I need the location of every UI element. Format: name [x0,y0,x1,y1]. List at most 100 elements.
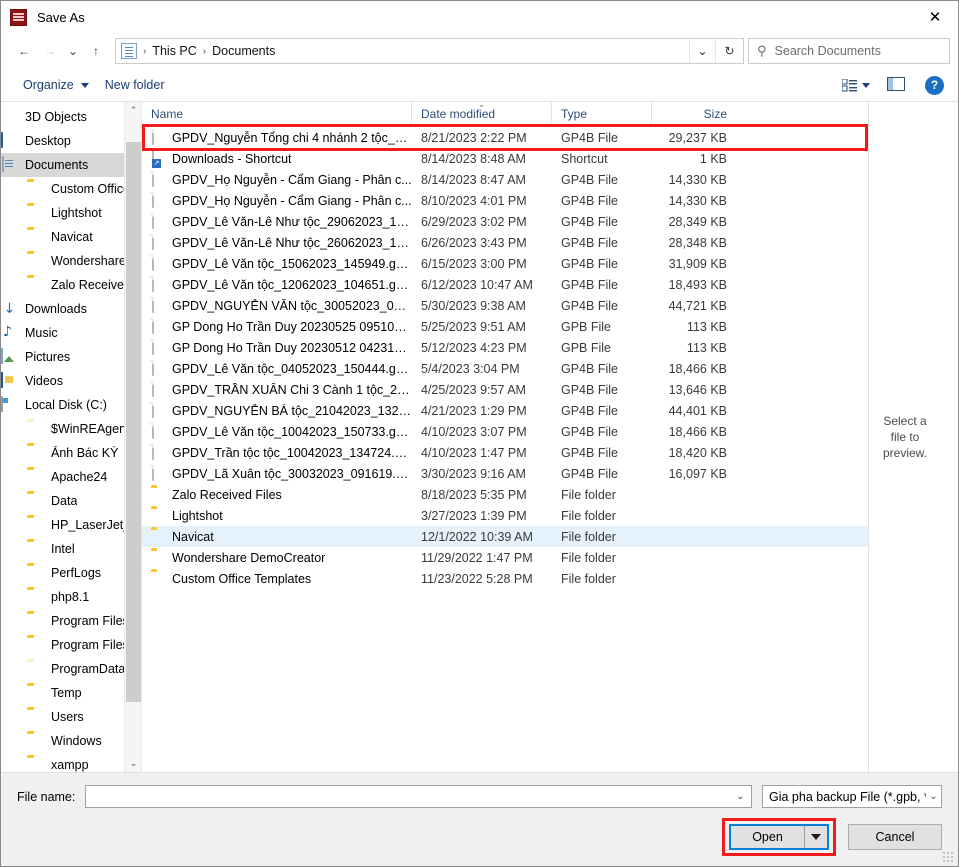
file-name-input[interactable] [92,787,732,806]
file-name-text: GPDV_Lê Văn tộc_15062023_145949.gp4b [172,256,412,271]
folder-icon [27,685,44,701]
help-button[interactable]: ? [925,75,944,95]
file-name-cell: GPDV_Lê Văn tộc_04052023_150444.gp4b [142,358,412,379]
close-icon[interactable]: ✕ [912,1,958,33]
table-row[interactable]: GPDV_Lê Văn tộc_10042023_150733.gp4b 4/10… [142,421,868,442]
table-row[interactable]: GP Dong Ho Trần Duy 20230525 095108.g...… [142,316,868,337]
table-row[interactable]: Zalo Received Files 8/18/2023 5:35 PM File… [142,484,868,505]
file-type-filter-dropdown[interactable]: Gia pha backup File (*.gpb, *.gp ⌄ [762,785,942,808]
chevron-down-icon[interactable]: ⌄ [732,786,749,807]
sidebar-item-winreagent[interactable]: $WinREAgent [1,417,141,441]
table-row[interactable]: GPDV_Lê Văn-Lê Như tộc_26062023_1542... 6… [142,232,868,253]
sidebar-item-program-files[interactable]: Program Files ( [1,633,141,657]
sidebar-item-pictures[interactable]: Pictures [1,345,141,369]
table-row[interactable]: Custom Office Templates 11/23/2022 5:28 P… [142,568,868,589]
file-name-field[interactable]: ⌄ [85,785,752,808]
table-row[interactable]: GPDV_Lê Văn tộc_12062023_104651.gp4b 6/12… [142,274,868,295]
address-bar[interactable]: › This PC › Documents ⌄ ↻ [115,38,744,64]
sidebar-item-temp[interactable]: Temp [1,681,141,705]
sidebar-item-program-files[interactable]: Program Files [1,609,141,633]
back-button[interactable]: ← [11,38,37,64]
table-row[interactable]: GPDV_Lê Văn tộc_04052023_150444.gp4b 5/4/… [142,358,868,379]
sidebar-item-music[interactable]: ♪ Music [1,321,141,345]
sidebar-scrollbar[interactable]: ⌃ ⌄ [124,102,141,772]
sidebar-item-xampp[interactable]: xampp [1,753,141,772]
table-row[interactable]: Lightshot 3/27/2023 1:39 PM File folder [142,505,868,526]
file-name-cell: GPDV_Lã Xuân tộc_30032023_091619.gp4b [142,463,412,484]
open-dropdown-button[interactable] [805,826,827,848]
forward-button[interactable]: → [37,38,63,64]
file-name-text: GPDV_Lê Văn tộc_12062023_104651.gp4b [172,277,412,292]
refresh-icon[interactable]: ↻ [715,39,743,63]
recent-locations-button[interactable]: ⌄ [63,38,83,64]
sidebar-item-local-disk-c[interactable]: Local Disk (C:) [1,393,141,417]
column-header-date-modified[interactable]: ⌄ Date modified [412,100,552,127]
file-icon [151,275,165,293]
table-row[interactable]: GPDV_Nguyễn Tổng chi 4 nhánh 2 tộc_21...… [142,127,868,148]
sidebar-item-intel[interactable]: Intel [1,537,141,561]
table-row[interactable]: GPDV_TRẦN XUÂN Chi 3 Cành 1 tộc_250... 4/… [142,379,868,400]
table-row[interactable]: GPDV_Họ Nguyễn - Cẩm Giang - Phân c... 8/… [142,169,868,190]
file-name-cell: GPDV_Họ Nguyễn - Cẩm Giang - Phân c... [142,169,412,190]
table-row[interactable]: GPDV_Họ Nguyễn - Cẩm Giang - Phân c... 8/… [142,190,868,211]
table-row[interactable]: Navicat 12/1/2022 10:39 AM File folder [142,526,868,547]
view-options-button[interactable] [837,75,875,96]
sidebar-item-custom-office[interactable]: Custom Office [1,177,141,201]
table-row[interactable]: Downloads - Shortcut 8/14/2023 8:48 AM Sho… [142,148,868,169]
file-name-text: GPDV_Nguyễn Tổng chi 4 nhánh 2 tộc_21... [172,130,412,145]
column-header-name[interactable]: Name [142,101,412,127]
open-button[interactable]: Open [731,826,805,848]
sidebar-item-label: Desktop [25,134,71,148]
sidebar-item-apache24[interactable]: Apache24 [1,465,141,489]
sidebar-item-data[interactable]: Data [1,489,141,513]
sidebar-item-zalo-received-f[interactable]: Zalo Received F [1,273,141,297]
breadcrumb-item-documents[interactable]: Documents [212,44,275,58]
up-button[interactable]: ↑ [83,38,109,64]
sidebar-item-3d-objects[interactable]: 3D Objects [1,105,141,129]
chevron-down-icon [80,82,89,88]
chevron-down-icon[interactable]: ⌄ [926,786,941,807]
sidebar-item-programdata[interactable]: ProgramData [1,657,141,681]
cancel-button[interactable]: Cancel [848,824,942,850]
scrollbar-thumb[interactable] [126,142,141,702]
sidebar-item-perflogs[interactable]: PerfLogs [1,561,141,585]
resize-grip[interactable] [942,851,954,863]
sidebar-item-navicat[interactable]: Navicat [1,225,141,249]
table-row[interactable]: Wondershare DemoCreator 11/29/2022 1:47 P… [142,547,868,568]
table-row[interactable]: GPDV_NGUYỄN BÁ tộc_21042023_132835.... 4/… [142,400,868,421]
sidebar-item-videos[interactable]: Videos [1,369,141,393]
search-box[interactable]: ⚲ Search Documents [748,38,950,64]
sidebar-item-documents[interactable]: Documents [1,153,141,177]
scroll-up-icon[interactable]: ⌃ [125,102,141,119]
sidebar-item-windows[interactable]: Windows [1,729,141,753]
sidebar-item-wondershare-d[interactable]: Wondershare D [1,249,141,273]
sidebar-item-desktop[interactable]: Desktop [1,129,141,153]
table-row[interactable]: GPDV_Trần tộc tộc_10042023_134724.gp4b 4/… [142,442,868,463]
sidebar-item-downloads[interactable]: ↓ Downloads [1,297,141,321]
sidebar-item-nh-b-c-k[interactable]: Ảnh Bác KỲ [1,441,141,465]
file-size-cell: 44,721 KB [668,298,727,313]
preview-pane-button[interactable] [881,73,911,98]
new-folder-button[interactable]: New folder [97,74,173,96]
search-input[interactable]: Search Documents [775,44,881,58]
table-row[interactable]: GPDV_Lê Văn-Lê Như tộc_29062023_1502... 6… [142,211,868,232]
table-row[interactable]: GP Dong Ho Trần Duy 20230512 042318.g...… [142,337,868,358]
file-type-cell: GPB File [561,340,612,355]
column-header-size[interactable]: Size [652,102,737,127]
scroll-down-icon[interactable]: ⌄ [125,755,141,772]
open-split-button[interactable]: Open [729,824,829,850]
sidebar-item-lightshot[interactable]: Lightshot [1,201,141,225]
organize-button[interactable]: Organize [15,74,97,96]
sidebar-item-users[interactable]: Users [1,705,141,729]
file-name-text: GPDV_Lê Văn-Lê Như tộc_26062023_1542... [172,235,412,250]
table-row[interactable]: GPDV_NGUYỄN VĂN tộc_30052023_09380... 5/3… [142,295,868,316]
sidebar-item-hp-laserjet-pr[interactable]: HP_LaserJet_Pr [1,513,141,537]
column-header-type[interactable]: Type [552,101,652,127]
chevron-down-icon[interactable]: ⌄ [689,39,715,63]
date-modified-cell: 3/30/2023 9:16 AM [421,466,526,481]
file-type-cell: GP4B File [561,193,618,208]
table-row[interactable]: GPDV_Lã Xuân tộc_30032023_091619.gp4b 3/3… [142,463,868,484]
table-row[interactable]: GPDV_Lê Văn tộc_15062023_145949.gp4b 6/15… [142,253,868,274]
sidebar-item-php8-1[interactable]: php8.1 [1,585,141,609]
breadcrumb-item-this-pc[interactable]: This PC [152,44,196,58]
